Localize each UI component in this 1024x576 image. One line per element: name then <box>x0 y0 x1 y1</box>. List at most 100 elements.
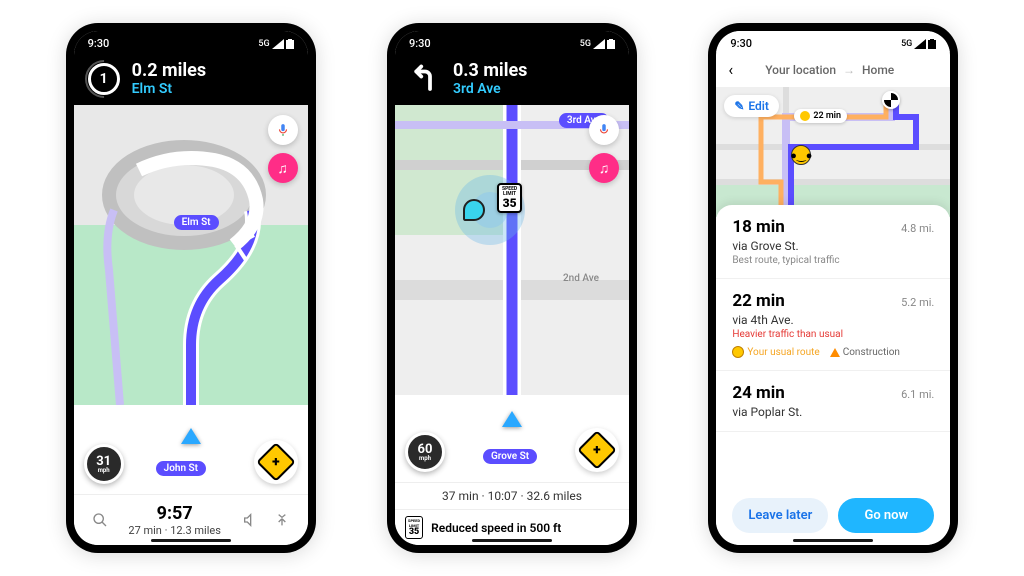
route-via: via Poplar St. <box>732 405 934 419</box>
route-eta-pill: 22 min <box>794 109 847 123</box>
music-button[interactable]: ♫ <box>268 153 298 183</box>
route-time: 24 min <box>732 383 785 403</box>
alert-sign-value: 35 <box>408 528 420 537</box>
speedometer[interactable]: 31 mph <box>84 444 124 484</box>
home-indicator <box>793 539 873 542</box>
phone-frame-3: 9:30 5G ‹ Your location → Home <box>708 23 958 553</box>
phone-frame-2: 9:30 5G 0.3 miles 3rd Ave <box>387 23 637 553</box>
speed-limit-value: 35 <box>502 197 517 209</box>
voice-button[interactable] <box>268 115 298 145</box>
speed-value: 31 <box>96 455 111 468</box>
nav-street: 3rd Ave <box>453 81 527 97</box>
speedometer[interactable]: 60 mph <box>405 432 445 472</box>
street-label-2nd: 2nd Ave <box>563 273 599 284</box>
status-icons: 5G <box>901 39 936 49</box>
edit-label: Edit <box>748 99 769 113</box>
network-label: 5G <box>901 39 912 49</box>
eta-details: 37 min · 10:07 · 32.6 miles <box>395 483 629 509</box>
back-button[interactable]: ‹ <box>728 60 733 79</box>
current-location-icon <box>181 428 201 444</box>
turn-left-icon <box>407 61 443 97</box>
eta-bar[interactable]: 37 min · 10:07 · 32.6 miles SPEEDLIMIT 3… <box>395 482 629 545</box>
current-location-icon <box>502 411 522 427</box>
nav-street: Elm St <box>132 81 206 97</box>
speed-unit: mph <box>419 456 431 462</box>
route-condition: Heavier traffic than usual <box>732 329 934 340</box>
battery-icon <box>286 39 294 49</box>
search-icon[interactable] <box>86 506 114 534</box>
destination-label: Home <box>862 63 894 77</box>
edit-button[interactable]: ✎ Edit <box>724 95 779 117</box>
alert-text: Reduced speed in 500 ft <box>431 521 561 535</box>
route-via: via Grove St. <box>732 239 934 253</box>
report-button[interactable]: + <box>575 428 619 472</box>
nav-distance: 0.2 miles <box>132 60 206 81</box>
phone-frame-1: 9:30 5G 1 0.2 miles Elm St <box>66 23 316 553</box>
status-icons: 5G <box>258 39 293 49</box>
map-view[interactable]: 3rd Ave Grove St 2nd Ave SPEEDLIMIT 35 ♫… <box>395 105 629 482</box>
status-bar: 9:30 5G <box>716 31 950 52</box>
origin-label: Your location <box>765 63 836 77</box>
status-icons: 5G <box>580 39 615 49</box>
roundabout-exit-icon: 1 <box>86 61 122 97</box>
status-time: 9:30 <box>88 37 110 50</box>
map-view[interactable]: Elm St John St ♫ 31 mph + <box>74 105 308 494</box>
route-distance: 5.2 mi. <box>901 296 934 309</box>
voice-button[interactable] <box>589 115 619 145</box>
screen-3: 9:30 5G ‹ Your location → Home <box>716 31 950 545</box>
network-label: 5G <box>258 39 269 49</box>
eta-details: 27 min · 12.3 miles <box>122 524 228 537</box>
street-pill-elm: Elm St <box>174 215 219 230</box>
eta-bar[interactable]: 9:57 27 min · 12.3 miles <box>74 494 308 545</box>
routes-sheet: 18 min 4.8 mi. via Grove St. Best route,… <box>716 205 950 545</box>
battery-icon <box>928 39 936 49</box>
route-time: 18 min <box>732 217 785 237</box>
status-bar: 9:30 5G <box>74 31 308 52</box>
street-pill-grove: Grove St <box>483 449 537 464</box>
waze-dot-icon <box>800 111 810 121</box>
network-label: 5G <box>580 39 591 49</box>
route-condition: Best route, typical traffic <box>732 255 934 266</box>
route-option[interactable]: 24 min 6.1 mi. via Poplar St. <box>716 371 950 432</box>
action-buttons: Leave later Go now <box>716 486 950 545</box>
route-preview-map[interactable]: ✎ Edit 22 min ●‿● <box>716 87 950 217</box>
map-background <box>74 105 308 405</box>
signal-icon <box>914 39 926 49</box>
route-via: via 4th Ave. <box>732 313 934 327</box>
arrow-icon: → <box>843 63 855 77</box>
route-tags: Your usual route Construction <box>732 346 934 358</box>
speed-unit: mph <box>98 468 110 474</box>
status-time: 9:30 <box>409 37 431 50</box>
eta-pill-text: 22 min <box>813 111 841 121</box>
speed-limit-sign-small: SPEEDLIMIT 35 <box>405 516 423 539</box>
route-time: 22 min <box>732 291 785 311</box>
signal-icon <box>593 39 605 49</box>
report-button[interactable]: + <box>254 440 298 484</box>
music-button[interactable]: ♫ <box>589 153 619 183</box>
signal-icon <box>272 39 284 49</box>
route-header: ‹ Your location → Home <box>716 52 950 87</box>
route-option[interactable]: 22 min 5.2 mi. via 4th Ave. Heavier traf… <box>716 279 950 371</box>
nav-header: 0.3 miles 3rd Ave <box>395 52 629 105</box>
nav-distance: 0.3 miles <box>453 60 527 81</box>
speed-limit-sign: SPEEDLIMIT 35 <box>497 183 522 213</box>
pencil-icon: ✎ <box>734 99 744 113</box>
exit-number: 1 <box>88 63 120 95</box>
eta-arrival: 9:57 <box>122 503 228 524</box>
map-background <box>395 105 629 395</box>
route-distance: 4.8 mi. <box>901 222 934 235</box>
route-distance: 6.1 mi. <box>901 388 934 401</box>
leave-later-button[interactable]: Leave later <box>732 498 828 533</box>
route-option[interactable]: 18 min 4.8 mi. via Grove St. Best route,… <box>716 205 950 279</box>
routes-icon[interactable] <box>268 506 296 534</box>
go-now-button[interactable]: Go now <box>838 498 934 533</box>
construction-tag: Construction <box>830 346 900 358</box>
screen-2: 9:30 5G 0.3 miles 3rd Ave <box>395 31 629 545</box>
usual-route-tag: Your usual route <box>732 346 819 358</box>
nav-header: 1 0.2 miles Elm St <box>74 52 308 105</box>
sound-icon[interactable] <box>236 506 264 534</box>
waze-avatar-icon <box>463 199 485 221</box>
home-indicator <box>151 539 231 542</box>
breadcrumb[interactable]: Your location → Home <box>741 63 918 77</box>
status-bar: 9:30 5G <box>395 31 629 52</box>
